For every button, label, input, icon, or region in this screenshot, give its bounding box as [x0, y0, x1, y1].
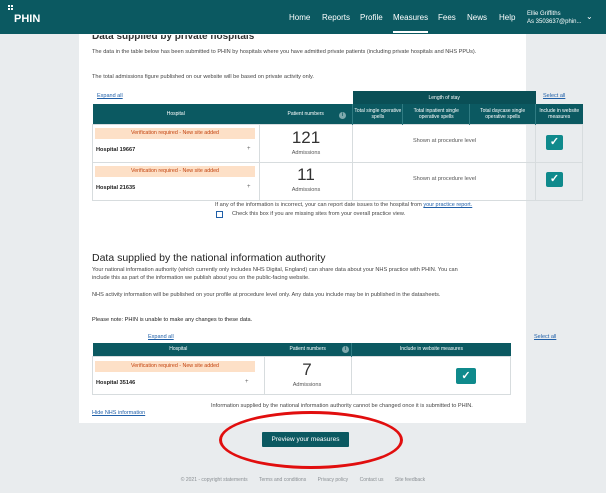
patient-numbers-column-header: Patient numbers — [264, 343, 352, 356]
nav-news[interactable]: News — [467, 13, 487, 22]
check-icon: ✓ — [549, 173, 560, 185]
footer-privacy[interactable]: Privacy policy — [318, 477, 349, 483]
plus-icon[interactable]: + — [247, 146, 251, 152]
hospital-column-header: Hospital — [92, 343, 265, 356]
select-all-link[interactable]: Select all — [534, 334, 556, 340]
highlight-annotation — [219, 411, 403, 469]
national-changes-note: Please note: PHIN is unable to make any … — [92, 317, 253, 323]
expand-all-link[interactable]: Expand all — [148, 334, 174, 340]
footer: © 2021 - copyright statements Terms and … — [0, 477, 606, 483]
verification-badge: Verification required - New site added — [95, 128, 255, 139]
check-icon: ✓ — [461, 370, 471, 382]
patient-count: 11 — [297, 165, 315, 184]
nav-measures[interactable]: Measures — [393, 13, 429, 33]
report-issues-note: If any of the information is incorrect, … — [215, 202, 473, 208]
footer-copyright[interactable]: © 2021 - copyright statements — [181, 477, 248, 483]
include-checkbox[interactable]: ✓ — [456, 368, 476, 384]
nav-home[interactable]: Home — [289, 13, 310, 22]
total-daycase-column-header: Total daycase single operative spells — [469, 104, 536, 124]
procedure-level-note: Shown at procedure level — [412, 176, 477, 182]
length-of-stay-header: Length of stay — [352, 91, 536, 104]
phin-logo[interactable]: PHIN — [14, 13, 40, 25]
include-checkbox[interactable]: ✓ — [546, 135, 563, 150]
patient-count-unit: Admissions — [292, 382, 322, 388]
hospital-name: Hospital 35146 — [96, 380, 136, 386]
hospital-column-header: Hospital — [92, 104, 260, 124]
hide-nhs-link[interactable]: Hide NHS information — [92, 410, 145, 416]
missing-sites-checkbox[interactable] — [216, 211, 223, 218]
nav-fees[interactable]: Fees — [438, 13, 456, 22]
include-column-header: Include in website measures — [535, 104, 583, 124]
phin-logo-icon — [8, 5, 14, 11]
check-icon: ✓ — [549, 136, 560, 148]
patient-count: 7 — [302, 360, 312, 379]
plus-icon[interactable]: + — [245, 379, 249, 385]
national-publish-note: NHS activity information will be publish… — [92, 292, 441, 298]
patient-count: 121 — [291, 128, 321, 147]
hospital-name: Hospital 21635 — [96, 185, 136, 191]
procedure-level-note: Shown at procedure level — [412, 138, 477, 144]
nav-profile[interactable]: Profile — [360, 13, 383, 22]
private-intro: The data in the table below has been sub… — [92, 49, 477, 55]
nav-reports[interactable]: Reports — [322, 13, 350, 22]
practice-report-link[interactable]: your practice report. — [423, 202, 472, 208]
hospital-name: Hospital 19667 — [96, 147, 136, 153]
national-intro: Your national information authority (whi… — [92, 267, 458, 281]
private-section-title: Data supplied by private hospitals — [92, 35, 255, 41]
user-name: Ellie Griffiths — [527, 11, 561, 17]
missing-sites-label: Check this box if you are missing sites … — [232, 211, 406, 217]
info-icon[interactable]: i — [339, 112, 346, 119]
private-intro-total: The total admissions figure published on… — [92, 74, 314, 80]
user-menu[interactable]: Ellie Griffiths As 3503637@phin... — [527, 10, 581, 26]
national-section-title: Data supplied by the national informatio… — [92, 252, 326, 264]
top-navigation-bar: PHIN Home Reports Profile Measures Fees … — [0, 0, 606, 34]
national-immutable-note: Information supplied by the national inf… — [211, 403, 473, 409]
include-checkbox[interactable]: ✓ — [546, 172, 563, 187]
footer-feedback[interactable]: Site feedback — [395, 477, 425, 483]
total-inpatient-column-header: Total inpatient single operative spells — [402, 104, 470, 124]
footer-contact[interactable]: Contact us — [360, 477, 384, 483]
patient-count-unit: Admissions — [291, 187, 321, 193]
total-single-column-header: Total single operative spells — [352, 104, 403, 124]
chevron-down-icon[interactable]: ⌄ — [586, 12, 593, 21]
user-account: As 3503637@phin... — [527, 19, 582, 25]
verification-badge: Verification required - New site added — [95, 361, 255, 372]
include-column-header: Include in website measures — [351, 343, 511, 356]
footer-terms[interactable]: Terms and conditions — [259, 477, 306, 483]
info-icon[interactable]: i — [342, 346, 349, 353]
patient-count-unit: Admissions — [291, 150, 321, 156]
plus-icon[interactable]: + — [247, 184, 251, 190]
nav-help[interactable]: Help — [499, 13, 515, 22]
verification-badge: Verification required - New site added — [95, 166, 255, 177]
